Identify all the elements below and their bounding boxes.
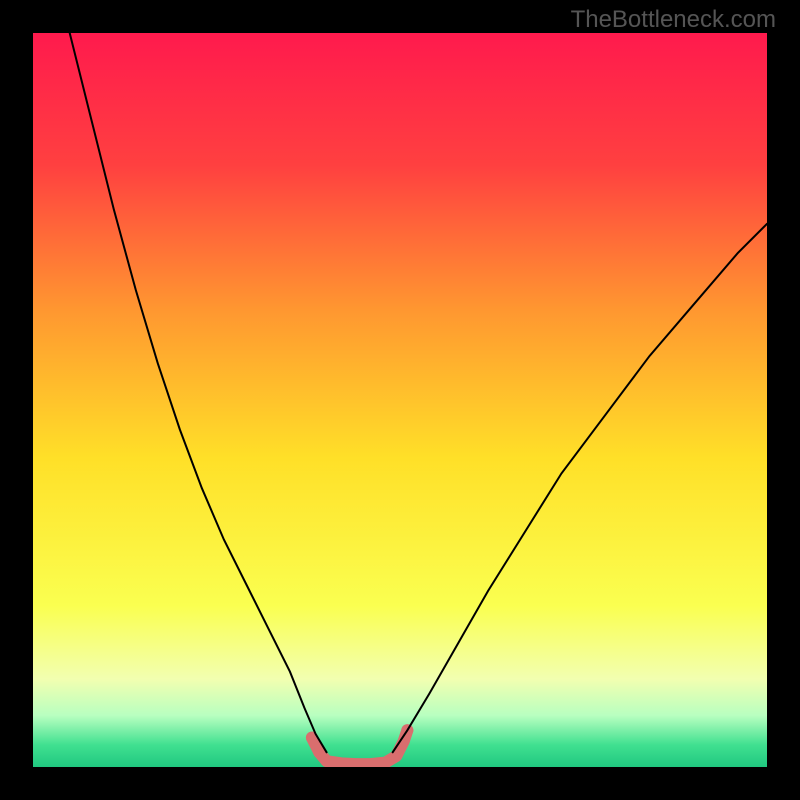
gradient-background	[33, 33, 767, 767]
chart-svg	[33, 33, 767, 767]
chart-frame: TheBottleneck.com	[0, 0, 800, 800]
plot-area	[33, 33, 767, 767]
watermark-text: TheBottleneck.com	[571, 6, 776, 34]
